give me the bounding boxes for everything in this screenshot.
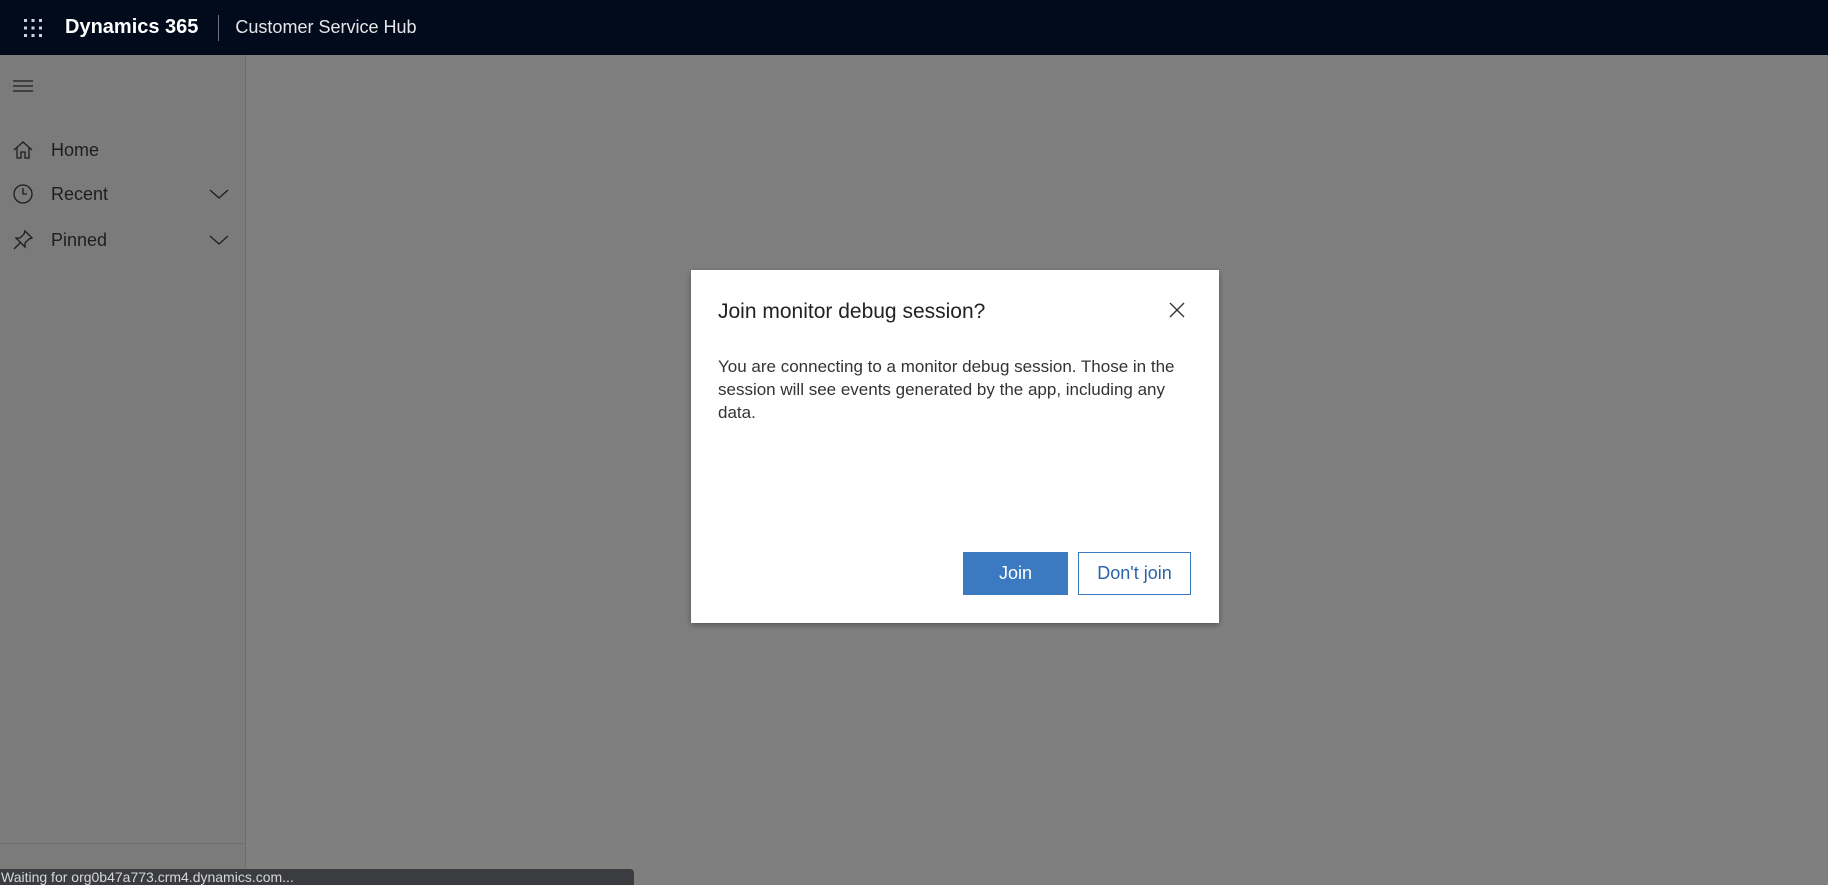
- status-bar: Waiting for org0b47a773.crm4.dynamics.co…: [0, 869, 634, 885]
- dont-join-button[interactable]: Don't join: [1078, 552, 1191, 595]
- sidebar-item-label: Pinned: [51, 229, 108, 250]
- close-icon[interactable]: [1165, 298, 1189, 322]
- sidebar: Home Recent Pinned: [0, 55, 246, 885]
- sidebar-item-label: Home: [51, 139, 100, 160]
- sidebar-item-pinned[interactable]: Pinned: [0, 220, 245, 260]
- top-navigation-bar: Dynamics 365 Customer Service Hub: [0, 0, 1828, 55]
- dialog-title: Join monitor debug session?: [718, 300, 986, 323]
- app-launcher-icon[interactable]: [0, 0, 65, 55]
- hamburger-menu-icon[interactable]: [12, 75, 34, 97]
- chevron-down-icon[interactable]: [209, 230, 229, 250]
- sidebar-item-label: Recent: [51, 183, 109, 204]
- app-name[interactable]: Customer Service Hub: [235, 17, 416, 38]
- join-button[interactable]: Join: [963, 552, 1068, 595]
- home-icon: [11, 138, 35, 162]
- chevron-down-icon[interactable]: [209, 184, 229, 204]
- brand-title[interactable]: Dynamics 365: [65, 16, 198, 39]
- join-debug-session-dialog: Join monitor debug session? You are conn…: [691, 270, 1219, 623]
- dialog-message: You are connecting to a monitor debug se…: [718, 357, 1175, 422]
- clock-icon: [11, 182, 35, 206]
- pin-icon: [11, 228, 35, 252]
- sidebar-item-recent[interactable]: Recent: [0, 174, 245, 214]
- sidebar-footer-divider: [0, 843, 245, 844]
- sidebar-item-home[interactable]: Home: [0, 130, 245, 170]
- header-divider: [218, 14, 220, 41]
